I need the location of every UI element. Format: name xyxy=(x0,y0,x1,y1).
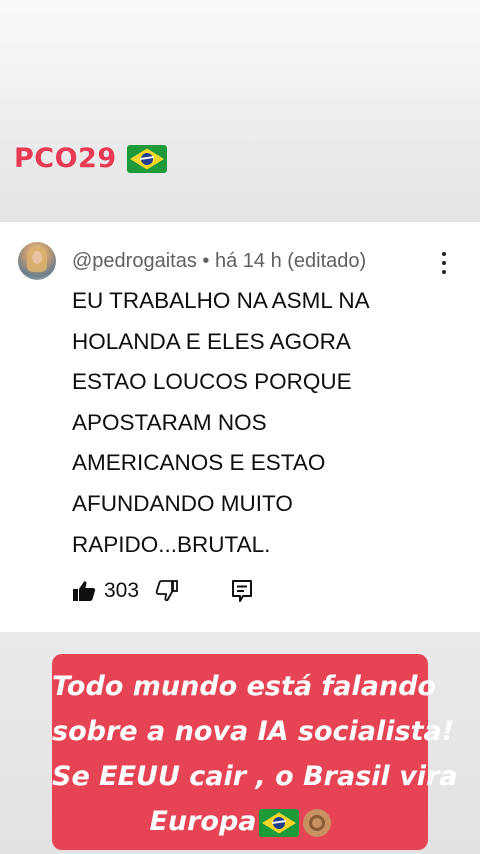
like-count: 303 xyxy=(104,579,140,602)
comment-meta: @pedrogaitas • há 14 h (editado) xyxy=(72,250,366,273)
more-options-icon[interactable] xyxy=(436,252,452,274)
caption-line-4: Europa xyxy=(52,799,428,844)
meta-separator: • xyxy=(202,250,210,272)
channel-tag: PCO29 xyxy=(14,143,167,174)
caption-line-4-text: Europa xyxy=(149,806,257,837)
brazil-flag-icon xyxy=(126,144,167,173)
channel-tag-text: PCO29 xyxy=(14,143,117,174)
comment-card: @pedrogaitas • há 14 h (editado) EU TRAB… xyxy=(0,222,480,632)
brazil-flag-icon xyxy=(258,808,299,837)
thumbs-down-icon[interactable] xyxy=(155,580,179,602)
caption-text: Todo mundo está falando sobre a nova IA … xyxy=(52,664,458,844)
comment-time[interactable]: há 14 h xyxy=(215,250,282,272)
video-bottom-area: Todo mundo está falando sobre a nova IA … xyxy=(0,632,480,854)
ok-hand-icon xyxy=(302,808,331,837)
edited-label: (editado) xyxy=(287,250,367,272)
caption-line-2: sobre a nova IA socialista! xyxy=(52,716,455,747)
comment-text: EU TRABALHO NA ASML NA HOLANDA E ELES AG… xyxy=(72,288,370,557)
thumbs-up-icon[interactable] xyxy=(72,580,96,602)
caption-line-3: Se EEUU cair , o Brasil vira xyxy=(52,761,458,792)
caption-box: Todo mundo está falando sobre a nova IA … xyxy=(52,654,458,850)
avatar[interactable] xyxy=(18,242,56,280)
reply-icon[interactable] xyxy=(231,579,253,603)
video-top-area: PCO29 xyxy=(0,0,480,222)
comment-author[interactable]: @pedrogaitas xyxy=(72,250,197,272)
caption-line-1: Todo mundo está falando xyxy=(52,671,437,702)
comment-actions: 303 xyxy=(72,578,253,604)
